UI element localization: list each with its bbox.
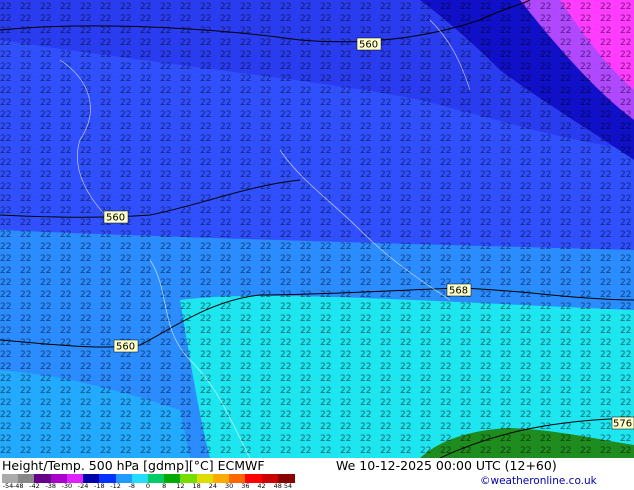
contour-label: 560 xyxy=(116,342,135,353)
footer-bar: Height/Temp. 500 hPa [gdmp][°C] ECMWF We… xyxy=(0,458,634,490)
scale-tick-label: 0 xyxy=(145,482,151,490)
color-scale: -54 -48 -42 -38 -30 -24 -18 -12 -8 0 8 12 18 24 30 36 42… xyxy=(2,474,295,490)
contour-label: 560 xyxy=(359,40,378,51)
scale-tick-label: -48 xyxy=(12,482,24,490)
run-time: We 10-12-2025 00:00 UTC (12+60) xyxy=(336,458,557,473)
scale-tick-label: -42 xyxy=(29,482,40,490)
scale-tick-label: 48 xyxy=(273,482,282,490)
scale-tick-label: 54 xyxy=(283,482,293,490)
scale-tick-label: -8 xyxy=(128,482,136,490)
scale-tick-label: 36 xyxy=(241,482,250,490)
scale-tick-label: -24 xyxy=(77,482,89,490)
credit-link[interactable]: ©weatheronline.co.uk xyxy=(480,475,597,487)
temperature-labels xyxy=(0,0,634,458)
contour-label: 568 xyxy=(449,286,468,297)
scale-tick-label: -12 xyxy=(110,482,121,490)
map-title: Height/Temp. 500 hPa [gdmp][°C] ECMWF xyxy=(2,458,265,473)
scale-tick-label: 42 xyxy=(257,482,266,490)
scale-tick-label: 18 xyxy=(192,482,201,490)
contour-label: 576 xyxy=(613,419,632,430)
contour-label: 560 xyxy=(106,213,125,224)
weather-map: 22 xyxy=(0,0,634,458)
scale-tick-label: 30 xyxy=(224,482,234,490)
scale-tick-label: -38 xyxy=(45,482,56,490)
scale-tick-label: -54 xyxy=(2,482,14,490)
scale-tick-label: 12 xyxy=(176,482,185,490)
scale-tick-label: 8 xyxy=(162,482,167,490)
map-canvas: 22 xyxy=(0,0,634,458)
scale-tick-label: 24 xyxy=(208,482,218,490)
scale-tick-label: -30 xyxy=(61,482,73,490)
scale-tick-label: -18 xyxy=(94,482,105,490)
